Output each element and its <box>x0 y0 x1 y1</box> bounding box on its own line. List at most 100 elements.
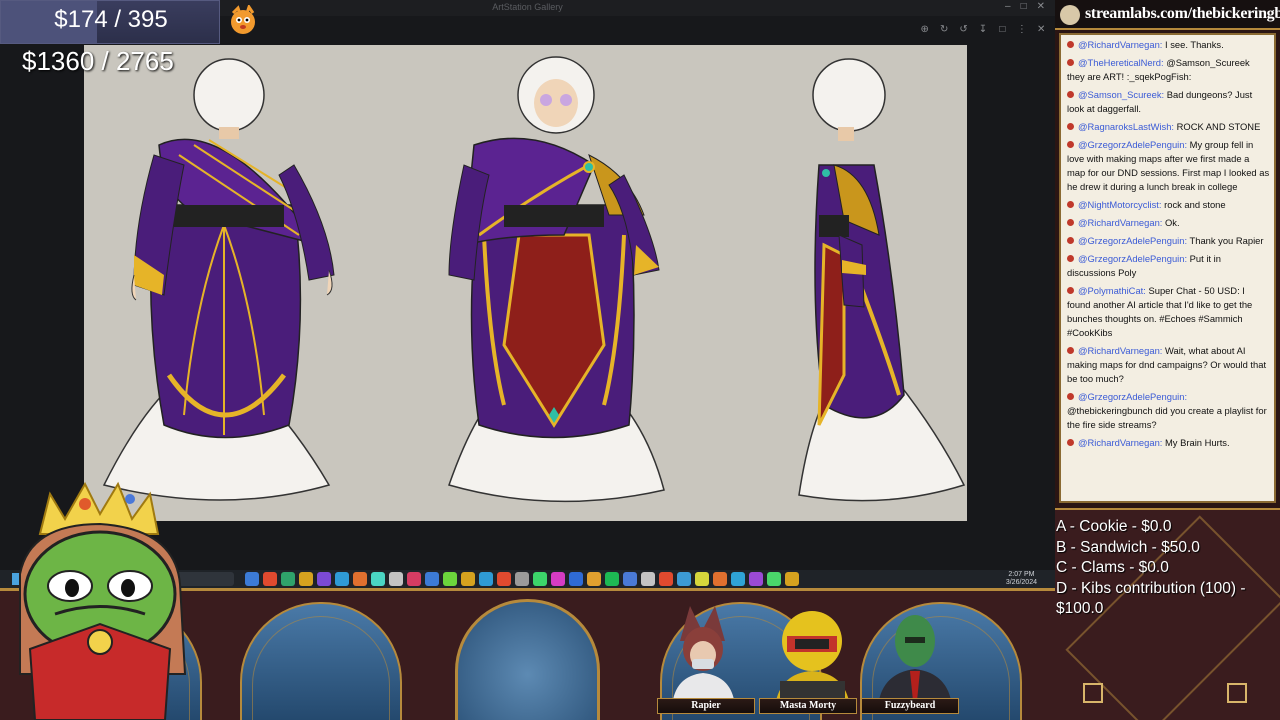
host-nameplate-rapier: Rapier <box>657 698 755 714</box>
taskbar-app-icon[interactable] <box>335 572 349 586</box>
host-avatar-fuzzybeard <box>878 615 952 706</box>
taskbar-app-icon[interactable] <box>479 572 493 586</box>
taskbar-app-icon[interactable] <box>623 572 637 586</box>
taskbar-app-icon[interactable] <box>263 572 277 586</box>
chat-panel: @RichardVarnegan: I see. Thanks. @TheHere… <box>1059 33 1276 503</box>
figure-back-view <box>102 58 335 501</box>
chat-message: @TheHereticalNerd: @Samson_Scureek they … <box>1067 56 1270 84</box>
taskbar-app-icon[interactable] <box>587 572 601 586</box>
chat-text: Ok. <box>1165 217 1180 228</box>
chat-message: @GrzegorzAdelePenguin: My group fell in … <box>1067 138 1270 194</box>
figure-side-view <box>798 58 966 502</box>
taskbar-app-icon[interactable] <box>353 572 367 586</box>
tip-menu-item: D - Kibs contribution (100) - $100.0 <box>1056 579 1246 618</box>
taskbar-app-icon[interactable] <box>659 572 673 586</box>
chat-message: @RagnaroksLastWish: ROCK AND STONE <box>1067 120 1270 134</box>
taskbar-app-icon[interactable] <box>389 572 403 586</box>
taskbar-app-icon[interactable] <box>785 572 799 586</box>
taskbar-app-icon[interactable] <box>281 572 295 586</box>
fish-emoji-icon <box>231 5 255 34</box>
chat-username[interactable]: @GrzegorzAdelePenguin: <box>1078 139 1187 150</box>
character-turnaround-artwork <box>84 45 967 521</box>
secondary-goal-text: $1360 / 2765 <box>22 46 174 76</box>
chat-username[interactable]: @RagnaroksLastWish: <box>1078 121 1174 132</box>
zoom-in-icon[interactable]: ⊕ <box>918 24 931 35</box>
taskbar-app-icon[interactable] <box>569 572 583 586</box>
host-avatar-masta-morty <box>775 611 850 706</box>
taskbar-app-icon[interactable] <box>695 572 709 586</box>
taskbar-app-icon[interactable] <box>749 572 763 586</box>
chat-username[interactable]: @RichardVarnegan: <box>1078 345 1162 356</box>
chat-username[interactable]: @RichardVarnegan: <box>1078 217 1162 228</box>
chat-text: @thebickeringbunch did you create a play… <box>1067 405 1267 430</box>
chat-badge-icon <box>1067 91 1074 98</box>
chat-badge-icon <box>1067 287 1074 294</box>
close-viewer-icon[interactable]: ✕ <box>1035 24 1048 35</box>
chat-badge-icon <box>1067 439 1074 446</box>
chat-message: @Samson_Scureek: Bad dungeons? Just look… <box>1067 88 1270 116</box>
chat-text: My Brain Hurts. <box>1165 437 1230 448</box>
chat-message: @RichardVarnegan: I see. Thanks. <box>1067 38 1270 52</box>
maximize-icon[interactable]: □ <box>1021 1 1027 12</box>
taskbar-app-icon[interactable] <box>371 572 385 586</box>
chat-username[interactable]: @RichardVarnegan: <box>1078 437 1162 448</box>
taskbar-app-icons <box>245 572 799 586</box>
taskbar-app-icon[interactable] <box>407 572 421 586</box>
taskbar-app-icon[interactable] <box>551 572 565 586</box>
taskbar-app-icon[interactable] <box>461 572 475 586</box>
chat-username[interactable]: @GrzegorzAdelePenguin: <box>1078 391 1187 402</box>
tip-banner: streamlabs.com/thebickeringbunch/tip <box>1055 0 1280 30</box>
fullscreen-icon[interactable]: □ <box>996 24 1009 35</box>
tip-menu-item: A - Cookie - $0.0 <box>1056 518 1172 535</box>
tip-url[interactable]: streamlabs.com/thebickeringbunch/tip <box>1085 5 1280 23</box>
chat-message: @GrzegorzAdelePenguin: Thank you Rapier <box>1067 234 1270 248</box>
donation-goal-text: $174 / 395 <box>54 6 168 33</box>
chat-message: @NightMotorcyclist: rock and stone <box>1067 198 1270 212</box>
close-icon[interactable]: ✕ <box>1037 1 1045 12</box>
rotate-icon[interactable]: ↻ <box>937 24 950 35</box>
minimize-icon[interactable]: – <box>1005 1 1011 12</box>
streamer-avatar <box>19 481 187 720</box>
character-sheet-image <box>102 56 966 503</box>
download-icon[interactable]: ↧ <box>976 24 989 35</box>
chat-message: @RichardVarnegan: My Brain Hurts. <box>1067 436 1270 450</box>
chat-badge-icon <box>1067 393 1074 400</box>
frame-corner-box-decoration <box>1083 683 1103 703</box>
taskbar-app-icon[interactable] <box>605 572 619 586</box>
chat-badge-icon <box>1067 219 1074 226</box>
taskbar-app-icon[interactable] <box>533 572 547 586</box>
chat-username[interactable]: @RichardVarnegan: <box>1078 39 1162 50</box>
taskbar-app-icon[interactable] <box>317 572 331 586</box>
chat-badge-icon <box>1067 59 1074 66</box>
host-nameplate-fuzzybeard: Fuzzybeard <box>861 698 959 714</box>
taskbar-app-icon[interactable] <box>299 572 313 586</box>
taskbar-app-icon[interactable] <box>767 572 781 586</box>
chat-badge-icon <box>1067 123 1074 130</box>
taskbar-app-icon[interactable] <box>515 572 529 586</box>
chat-username[interactable]: @Samson_Scureek: <box>1078 89 1164 100</box>
chat-badge-icon <box>1067 201 1074 208</box>
frame-corner-box-decoration <box>1227 683 1247 703</box>
taskbar-app-icon[interactable] <box>677 572 691 586</box>
chat-username[interactable]: @GrzegorzAdelePenguin: <box>1078 235 1187 246</box>
taskbar-app-icon[interactable] <box>425 572 439 586</box>
chat-username[interactable]: @NightMotorcyclist: <box>1078 199 1162 210</box>
taskbar-app-icon[interactable] <box>443 572 457 586</box>
taskbar-app-icon[interactable] <box>245 572 259 586</box>
redo-icon[interactable]: ↺ <box>957 24 970 35</box>
taskbar-time: 2:07 PM <box>1008 571 1035 578</box>
viewer-toolbar: ⊕ ↻ ↺ ↧ □ ⋮ ✕ <box>918 20 1048 38</box>
taskbar-clock[interactable]: 2:07 PM 3/26/2024 <box>1006 571 1037 587</box>
chat-username[interactable]: @TheHereticalNerd: <box>1078 57 1164 68</box>
taskbar-app-icon[interactable] <box>641 572 655 586</box>
taskbar-app-icon[interactable] <box>713 572 727 586</box>
more-icon[interactable]: ⋮ <box>1015 24 1028 35</box>
taskbar-app-icon[interactable] <box>731 572 745 586</box>
chat-text: I see. Thanks. <box>1165 39 1224 50</box>
taskbar-app-icon[interactable] <box>497 572 511 586</box>
figure-front-view <box>448 56 665 503</box>
window-controls: – □ ✕ <box>1005 1 1045 12</box>
chat-username[interactable]: @GrzegorzAdelePenguin: <box>1078 253 1187 264</box>
chat-message: @RichardVarnegan: Ok. <box>1067 216 1270 230</box>
chat-username[interactable]: @PolymathiCat: <box>1078 285 1146 296</box>
